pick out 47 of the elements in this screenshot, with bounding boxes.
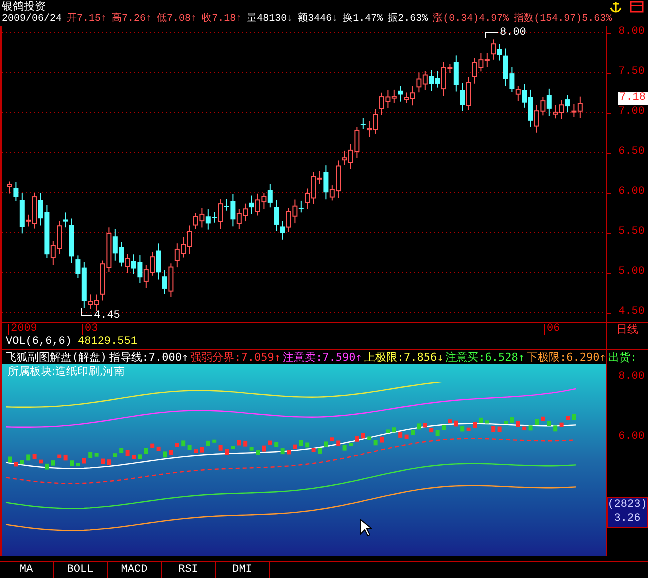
quote-field: 振2.63% <box>388 14 428 24</box>
quote-field: 开7.15↑ <box>67 14 108 24</box>
price-tag: 7.18 <box>618 92 648 105</box>
indicator-value: 上极限:7.856↓ <box>364 352 444 362</box>
quote-field: 2009/06/24 <box>2 14 62 24</box>
leader-line <box>486 32 498 38</box>
window-restore-icon[interactable] <box>630 0 644 12</box>
anchor-icon[interactable] <box>610 0 622 12</box>
date-label: 2009 <box>8 324 38 335</box>
indicator-value: 注意卖:7.590↑ <box>282 352 362 362</box>
quote-field: 指数(154.97)5.63% <box>514 14 612 24</box>
indicator-value: 飞狐副图解盘(解盘) <box>6 352 108 362</box>
axis-label: 7.00 <box>618 107 645 118</box>
quote-field: 额3446↓ <box>298 14 338 24</box>
indicator-value: 出货: <box>608 352 638 362</box>
date-label: 03 <box>82 324 98 335</box>
quote-field: 收7.18↑ <box>202 14 242 24</box>
cursor-icon <box>360 519 372 537</box>
period-label[interactable]: 日线 <box>616 324 638 334</box>
quote-field: 量48130↓ <box>247 14 294 24</box>
leader-line <box>82 308 92 316</box>
indicator-value: 下极限:6.290↑ <box>527 352 606 362</box>
axis-label: 7.50 <box>618 67 645 78</box>
axis-label: 6.50 <box>618 147 645 158</box>
quote-field: 换1.47% <box>343 14 384 24</box>
indicator-value: 强弱分界:7.059↑ <box>190 352 281 362</box>
readout-code: (2823) <box>608 500 648 511</box>
indicator-value: 指导线:7.000↑ <box>109 352 189 362</box>
high-price-label: 8.00 <box>500 28 526 39</box>
window-title: 银鸽投资 <box>2 1 46 12</box>
sector-label: 所属板块:造纸印刷,河南 <box>8 366 126 377</box>
quote-field: 低7.08↑ <box>157 14 198 24</box>
axis-label: 6.00 <box>618 432 645 443</box>
date-label: 06 <box>544 324 560 335</box>
volume-label: VOL(6,6,6) <box>6 336 72 348</box>
axis-label: 5.50 <box>618 227 645 238</box>
quote-field: 涨(0.34)4.97% <box>433 14 510 24</box>
readout-value: 3.26 <box>614 514 641 525</box>
axis-label: 8.00 <box>618 27 645 38</box>
quote-field: 高7.26↑ <box>112 14 152 24</box>
axis-label: 8.00 <box>618 372 645 383</box>
volume-value: 48129.551 <box>78 336 138 348</box>
low-price-label: 4.45 <box>94 311 120 322</box>
axis-label: 5.00 <box>618 267 645 278</box>
indicator-value: 注意买:6.528↑ <box>446 352 526 362</box>
axis-label: 6.00 <box>618 187 645 198</box>
axis-label: 4.50 <box>618 307 645 318</box>
